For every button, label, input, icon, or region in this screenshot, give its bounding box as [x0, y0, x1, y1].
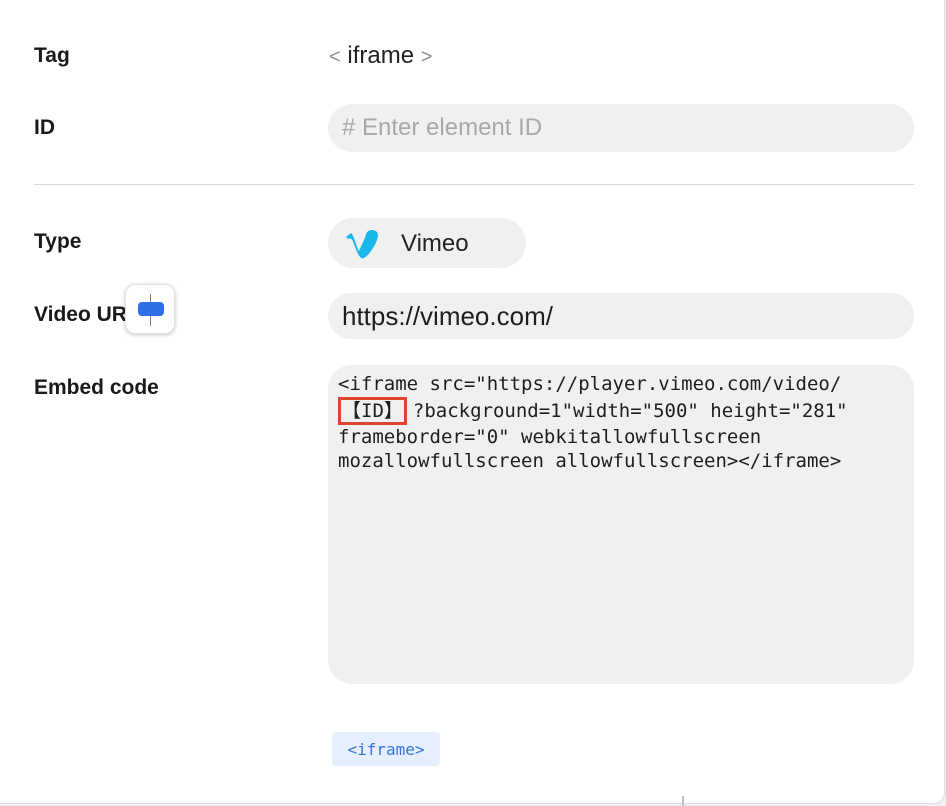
- scroll-edge-marker: [682, 796, 684, 806]
- tag-name: iframe: [347, 42, 415, 69]
- type-select[interactable]: Vimeo: [328, 218, 832, 465]
- properties-panel: Tag < iframe > ID Type Vimeo Video URL E…: [0, 0, 944, 803]
- section-divider: [34, 184, 914, 185]
- tag-bracket-close: >: [420, 46, 433, 68]
- id-label: ID: [34, 116, 55, 139]
- embed-code-label: Embed code: [34, 376, 159, 399]
- vimeo-logo-icon: [346, 229, 378, 259]
- embed-code-editor[interactable]: <iframe src="https://player.vimeo.com/vi…: [328, 365, 914, 684]
- video-url-input[interactable]: [328, 293, 914, 339]
- tag-bracket-open: <: [329, 46, 341, 68]
- embed-code-line-3: frameborder="0" webkitallowfullscreen: [338, 425, 762, 448]
- drag-handle[interactable]: [125, 284, 175, 334]
- tag-label: Tag: [34, 44, 70, 67]
- embed-code-line-4: mozallowfullscreen allowfullscreen></ifr…: [338, 450, 842, 472]
- video-url-label: Video URL: [34, 303, 140, 326]
- tag-value: < iframe >: [329, 42, 432, 70]
- drag-handle-icon: [138, 302, 164, 316]
- id-input[interactable]: [328, 104, 914, 152]
- embed-code-line-1: <iframe src="https://player.vimeo.com/vi…: [338, 373, 842, 395]
- type-select-value: Vimeo: [401, 230, 469, 257]
- embed-id-placeholder-highlight: 【ID】: [338, 396, 407, 425]
- embed-code-line-2: ?background=1"width="500" height="281": [412, 399, 848, 422]
- iframe-tag-chip[interactable]: <iframe>: [332, 732, 440, 766]
- type-label: Type: [34, 230, 82, 253]
